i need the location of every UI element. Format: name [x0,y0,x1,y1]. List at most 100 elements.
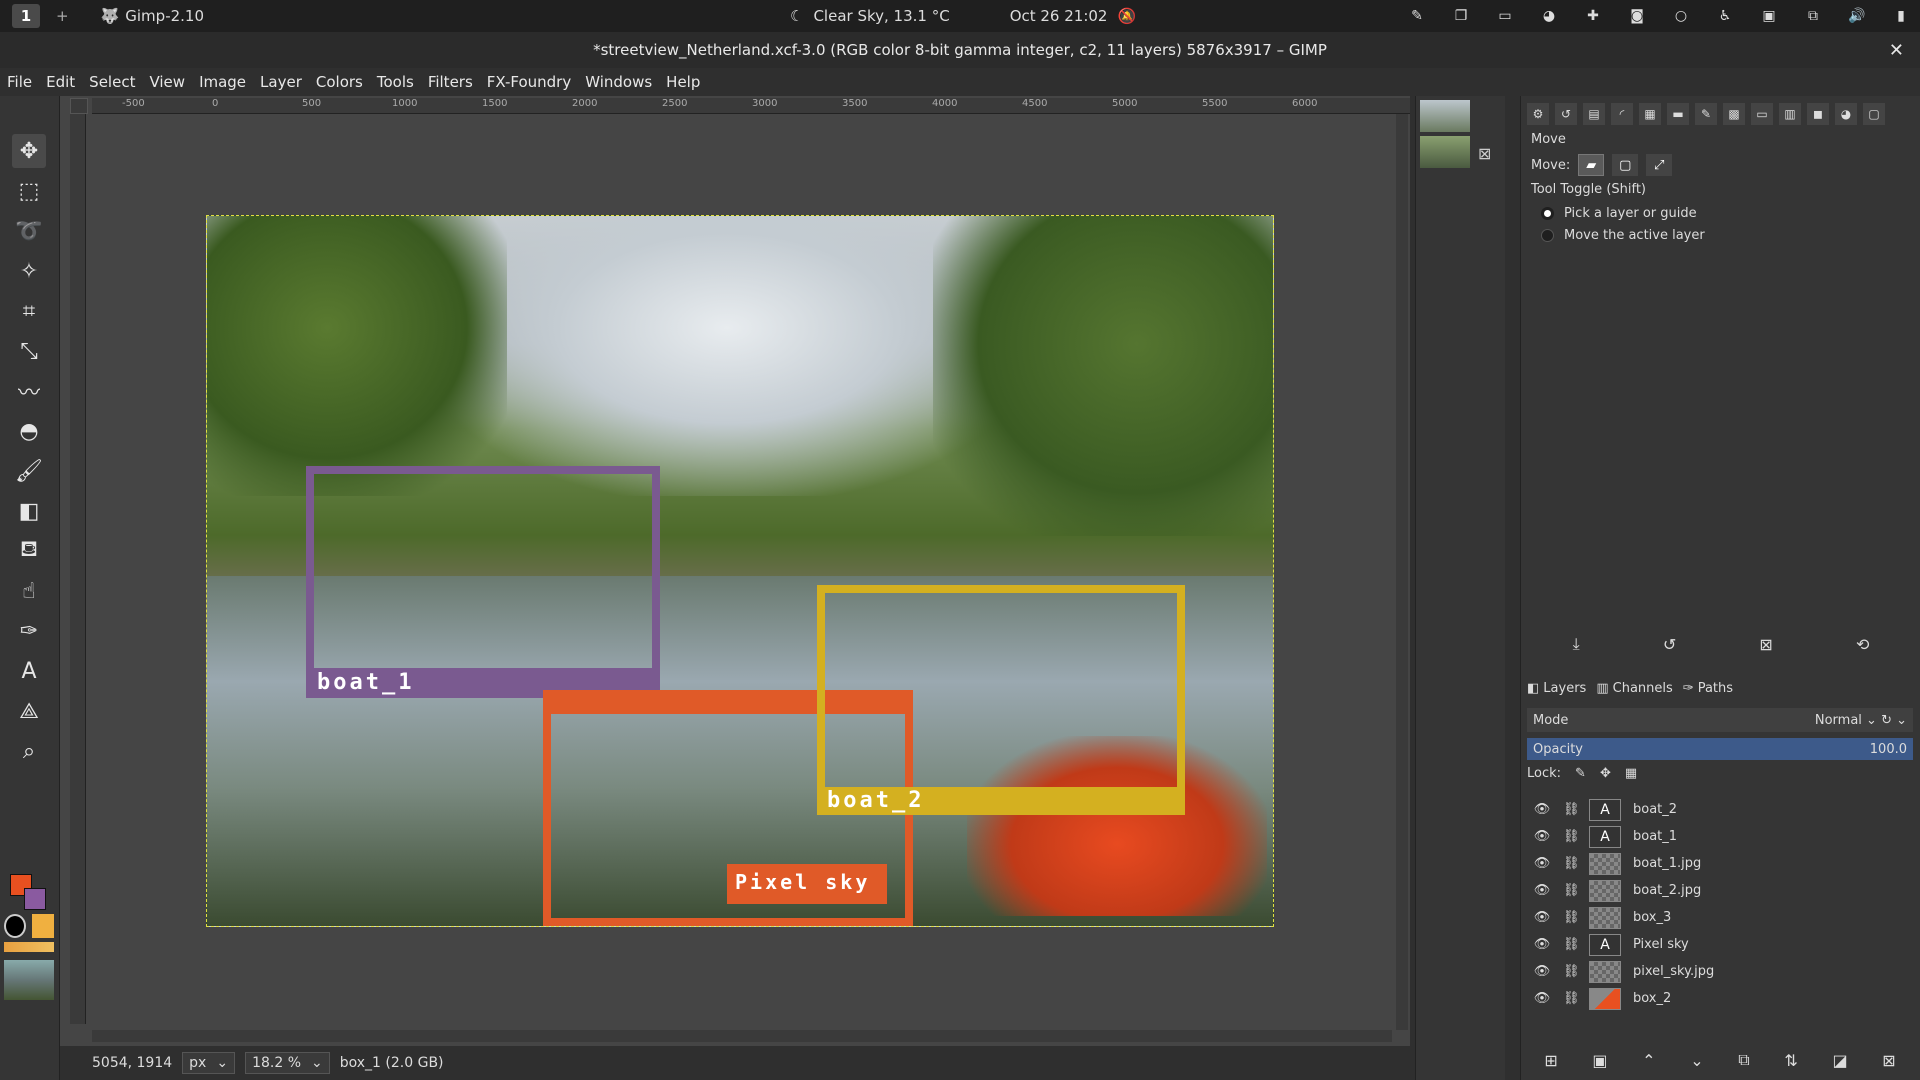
accessibility-icon[interactable]: ♿ [1716,7,1734,25]
eye-icon[interactable]: 👁 [1533,802,1551,817]
rect-select-tool-icon[interactable]: ⬚ [12,174,46,208]
text-tool-icon[interactable]: A [12,654,46,688]
undo-history-tab-icon[interactable]: ↺ [1555,103,1577,125]
color-picker-icon[interactable]: ✎ [1408,7,1426,25]
opacity-slider[interactable]: Opacity 100.0 [1527,738,1913,760]
extensions-icon[interactable]: ✚ [1584,7,1602,25]
image-canvas[interactable]: boat_1 Pixel sky boat_2 [206,215,1274,927]
notifications-muted-icon[interactable]: 🔕 [1117,7,1136,25]
move-tool-icon[interactable]: ✥ [12,134,46,168]
layer-row[interactable]: 👁 ⛓ boat_2.jpg [1527,877,1913,904]
smudge-tool-icon[interactable]: ☝ [12,574,46,608]
brush-preview[interactable] [4,914,26,938]
datetime-label[interactable]: Oct 26 21:02 [1010,7,1108,25]
zoom-tool-icon[interactable]: ⌕ [12,734,46,768]
menu-file[interactable]: File [0,73,39,91]
radio-pick-layer[interactable]: Pick a layer or guide [1541,206,1697,221]
network-icon[interactable]: ⧉ [1804,7,1822,25]
add-workspace-icon[interactable]: + [56,7,69,25]
menu-edit[interactable]: Edit [39,73,82,91]
active-app[interactable]: 🐺 Gimp-2.10 [101,7,204,25]
layer-row[interactable]: 👁 ⛓ box_2 [1527,985,1913,1012]
eye-icon[interactable]: 👁 [1533,856,1551,871]
image-tab-thumbnail[interactable] [1420,136,1470,168]
lock-position-icon[interactable]: ✥ [1600,766,1611,781]
lock-alpha-icon[interactable]: ▦ [1625,766,1637,781]
close-image-icon[interactable]: ⊠ [1478,144,1491,163]
lower-layer-icon[interactable]: ⌄ [1690,1051,1703,1070]
more-tab-icon[interactable]: ▢ [1863,103,1885,125]
box-boat-1[interactable] [306,466,660,698]
patterns-tab-icon[interactable]: ▩ [1723,103,1745,125]
lock-pixels-icon[interactable]: ✎ [1575,766,1586,781]
dynamics-tab-icon[interactable]: ◼ [1807,103,1829,125]
save-options-icon[interactable]: ⤓ [1573,634,1580,654]
move-selection-button[interactable]: ▢ [1612,154,1639,176]
move-layer-button[interactable]: ▰ [1578,154,1605,176]
chain-icon[interactable]: ⛓ [1563,964,1580,979]
bucket-fill-tool-icon[interactable]: ◓ [12,414,46,448]
tool-options-tab-icon[interactable]: ⚙ [1527,103,1549,125]
brushes-tab-icon[interactable]: ✎ [1695,103,1717,125]
chain-icon[interactable]: ⛓ [1563,910,1580,925]
duplicate-layer-icon[interactable]: ⧉ [1738,1050,1749,1070]
chain-icon[interactable]: ⛓ [1563,856,1580,871]
navigate-corner-icon[interactable] [70,98,88,114]
tab-channels[interactable]: ▥ Channels [1596,681,1672,696]
screen-icon[interactable]: ▭ [1496,7,1514,25]
vertical-scrollbar[interactable] [1396,114,1408,1030]
menu-help[interactable]: Help [659,73,707,91]
menu-layer[interactable]: Layer [253,73,309,91]
measure-tool-icon[interactable]: ⟁ [12,694,46,728]
menu-tools[interactable]: Tools [370,73,421,91]
battery-icon[interactable]: ▮ [1892,7,1910,25]
eye-icon[interactable]: 👁 [1533,937,1551,952]
eye-icon[interactable]: 👁 [1533,964,1551,979]
mode-select[interactable]: Normal ⌄ ↻ ⌄ [1815,713,1907,728]
radio-move-active[interactable]: Move the active layer [1541,228,1705,243]
background-color[interactable] [24,888,46,910]
volume-icon[interactable]: 🔊 [1848,7,1866,25]
tab-paths[interactable]: ✑ Paths [1683,681,1733,696]
new-group-icon[interactable]: ▣ [1592,1051,1607,1070]
menu-colors[interactable]: Colors [309,73,370,91]
layer-row[interactable]: 👁 ⛓ box_3 [1527,904,1913,931]
layer-row[interactable]: 👁 ⛓ boat_1.jpg [1527,850,1913,877]
vertical-ruler[interactable] [70,114,86,1024]
histogram-tab-icon[interactable]: ▤ [1583,103,1605,125]
delete-options-icon[interactable]: ⊠ [1759,635,1772,654]
clipboard-icon[interactable]: ▣ [1760,7,1778,25]
clone-tool-icon[interactable]: ⛾ [12,534,46,568]
grid-tab-icon[interactable]: ▥ [1779,103,1801,125]
delete-layer-icon[interactable]: ⊠ [1882,1051,1895,1070]
tab-layers[interactable]: ◧ Layers [1527,681,1586,696]
close-icon[interactable]: ✕ [1889,40,1904,61]
menu-image[interactable]: Image [192,73,253,91]
image-preview[interactable] [4,960,54,1000]
pattern-preview[interactable] [32,914,54,938]
display-tab-icon[interactable]: ▭ [1751,103,1773,125]
gradients-tab-icon[interactable]: ▦ [1639,103,1661,125]
curves-tab-icon[interactable]: ◜ [1611,103,1633,125]
menu-windows[interactable]: Windows [578,73,659,91]
menu-view[interactable]: View [142,73,192,91]
fuzzy-select-tool-icon[interactable]: ✧ [12,254,46,288]
restore-options-icon[interactable]: ↺ [1663,635,1676,654]
lasso-tool-icon[interactable]: ➰ [12,214,46,248]
palette-icon[interactable]: ◕ [1540,7,1558,25]
paintbrush-tool-icon[interactable]: 🖌 [12,454,46,488]
mode-row[interactable]: Mode Normal ⌄ ↻ ⌄ [1527,708,1913,732]
reset-options-icon[interactable]: ⟲ [1856,635,1869,654]
raise-layer-icon[interactable]: ⌃ [1642,1051,1655,1070]
fonts-tab-icon[interactable]: ▬ [1667,103,1689,125]
layer-row[interactable]: 👁 ⛓ A Pixel sky [1527,931,1913,958]
windows-icon[interactable]: ❐ [1452,7,1470,25]
palette-tab-icon[interactable]: ◕ [1835,103,1857,125]
menu-fx-foundry[interactable]: FX-Foundry [480,73,578,91]
menu-select[interactable]: Select [82,73,142,91]
new-layer-icon[interactable]: ⊞ [1544,1051,1557,1070]
gradient-preview[interactable] [4,942,54,952]
paths-tool-icon[interactable]: ✑ [12,614,46,648]
layer-row[interactable]: 👁 ⛓ Aboat_2 [1527,796,1913,823]
eye-icon[interactable]: 👁 [1533,883,1551,898]
